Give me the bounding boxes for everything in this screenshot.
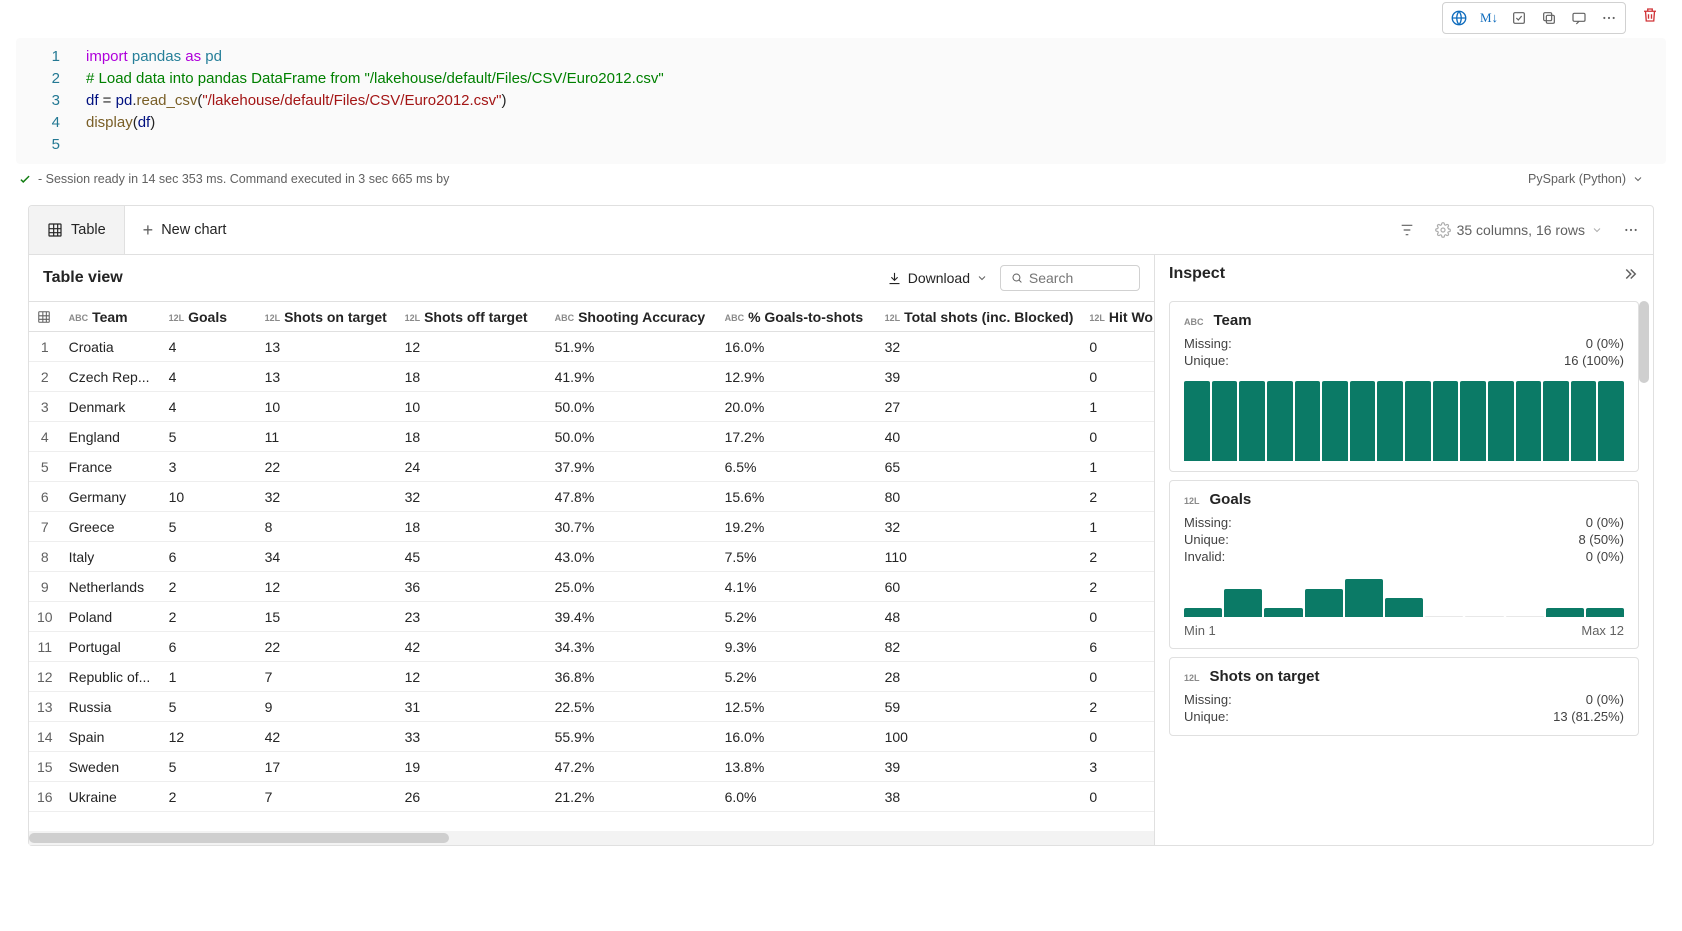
table-row[interactable]: 8Italy6344543.0%7.5%1102: [29, 542, 1154, 572]
output-tabbar: Table + New chart 35 columns, 16 rows: [29, 206, 1653, 255]
rowindex-header[interactable]: [29, 302, 61, 332]
table-row[interactable]: 3Denmark4101050.0%20.0%271: [29, 392, 1154, 422]
table-icon: [47, 222, 63, 238]
table-row[interactable]: 13Russia593122.5%12.5%592: [29, 692, 1154, 722]
copy-cell-icon[interactable]: [1535, 5, 1563, 31]
column-header[interactable]: 12LGoals: [161, 302, 257, 332]
table-row[interactable]: 2Czech Rep...4131841.9%12.9%390: [29, 362, 1154, 392]
data-table[interactable]: ABCTeam12LGoals12LShots on target12LShot…: [29, 301, 1154, 831]
collapse-inspect-icon[interactable]: [1621, 265, 1639, 283]
delete-cell-icon[interactable]: [1636, 2, 1664, 28]
horizontal-scrollbar-thumb[interactable]: [29, 833, 449, 843]
inspect-scrollbar-thumb[interactable]: [1639, 301, 1649, 383]
column-header[interactable]: 12LShots on target: [257, 302, 397, 332]
cell-toolbar: M↓: [0, 0, 1682, 36]
status-text: - Session ready in 14 sec 353 ms. Comman…: [38, 172, 449, 186]
table-header-row: Table view Download: [29, 255, 1154, 301]
download-icon: [887, 271, 902, 286]
download-button[interactable]: Download: [887, 270, 988, 286]
column-row-summary-label: 35 columns, 16 rows: [1457, 222, 1585, 238]
success-check-icon: [18, 172, 32, 186]
chevron-down-icon: [1591, 224, 1603, 236]
table-row[interactable]: 6Germany10323247.8%15.6%802: [29, 482, 1154, 512]
inspect-card-goals[interactable]: 12L Goals Missing:0 (0%) Unique:8 (50%) …: [1169, 480, 1639, 649]
inspect-title: Inspect: [1169, 265, 1225, 283]
table-row[interactable]: 5France3222437.9%6.5%651: [29, 452, 1154, 482]
inspect-card-team[interactable]: ABC Team Missing:0 (0%) Unique:16 (100%): [1169, 301, 1639, 472]
inspect-card-shots[interactable]: 12L Shots on target Missing:0 (0%) Uniqu…: [1169, 657, 1639, 736]
chevron-down-icon: [976, 272, 988, 284]
output-container: Table + New chart 35 columns, 16 rows Ta…: [28, 205, 1654, 846]
tab-newchart-label: New chart: [161, 222, 226, 238]
goals-histogram: [1184, 577, 1624, 617]
table-pane: Table view Download ABCTeam12LGoals12LSh…: [29, 255, 1155, 845]
column-header[interactable]: ABCTeam: [61, 302, 161, 332]
table-row[interactable]: 12Republic of...171236.8%5.2%280: [29, 662, 1154, 692]
type-tag: ABC: [1184, 317, 1204, 327]
markdown-convert-icon[interactable]: M↓: [1475, 5, 1503, 31]
card-column-name: Shots on target: [1210, 668, 1320, 685]
column-header[interactable]: ABC% Goals-to-shots: [717, 302, 877, 332]
status-bar: - Session ready in 14 sec 353 ms. Comman…: [0, 168, 1682, 191]
download-label: Download: [908, 270, 970, 286]
team-histogram: [1184, 381, 1624, 461]
table-row[interactable]: 15Sweden5171947.2%13.8%393: [29, 752, 1154, 782]
code-cell[interactable]: 1import pandas as pd2# Load data into pa…: [16, 38, 1666, 164]
table-title: Table view: [43, 269, 123, 287]
table-row[interactable]: 9Netherlands2123625.0%4.1%602: [29, 572, 1154, 602]
chevron-down-icon: [1632, 173, 1644, 185]
table-row[interactable]: 4England5111850.0%17.2%400: [29, 422, 1154, 452]
horizontal-scrollbar[interactable]: [29, 831, 1154, 845]
search-box[interactable]: [1000, 265, 1140, 291]
table-row[interactable]: 14Spain12423355.9%16.0%1000: [29, 722, 1154, 752]
add-comment-icon[interactable]: [1565, 5, 1593, 31]
column-header[interactable]: ABCShooting Accuracy: [547, 302, 717, 332]
column-header[interactable]: 12LTotal shots (inc. Blocked): [877, 302, 1082, 332]
collapse-output-icon[interactable]: [1505, 5, 1533, 31]
card-column-name: Team: [1214, 312, 1252, 329]
column-header[interactable]: 12LHit Wo: [1081, 302, 1154, 332]
data-wrangler-icon[interactable]: [1445, 5, 1473, 31]
card-column-name: Goals: [1210, 491, 1252, 508]
table-row[interactable]: 11Portugal6224234.3%9.3%826: [29, 632, 1154, 662]
kernel-label: PySpark (Python): [1528, 172, 1626, 186]
table-row[interactable]: 7Greece581830.7%19.2%321: [29, 512, 1154, 542]
table-row[interactable]: 16Ukraine272621.2%6.0%380: [29, 782, 1154, 812]
column-header[interactable]: 12LShots off target: [397, 302, 547, 332]
filter-icon[interactable]: [1393, 216, 1421, 244]
inspect-pane: Inspect ABC Team Missing:0 (0%) Unique:1…: [1155, 255, 1653, 845]
more-actions-icon[interactable]: [1595, 5, 1623, 31]
tab-new-chart[interactable]: + New chart: [125, 206, 245, 254]
table-row[interactable]: 1Croatia4131251.9%16.0%320: [29, 332, 1154, 362]
plus-icon: +: [143, 220, 154, 241]
search-icon: [1011, 271, 1023, 285]
column-row-summary[interactable]: 35 columns, 16 rows: [1435, 222, 1603, 238]
kernel-selector[interactable]: PySpark (Python): [1524, 168, 1666, 190]
code-editor[interactable]: 1import pandas as pd2# Load data into pa…: [16, 38, 1666, 164]
tab-table[interactable]: Table: [29, 206, 125, 254]
tab-table-label: Table: [71, 222, 106, 238]
table-row[interactable]: 10Poland2152339.4%5.2%480: [29, 602, 1154, 632]
more-output-actions-icon[interactable]: [1617, 216, 1645, 244]
search-input[interactable]: [1029, 270, 1129, 286]
gear-icon: [1435, 222, 1451, 238]
